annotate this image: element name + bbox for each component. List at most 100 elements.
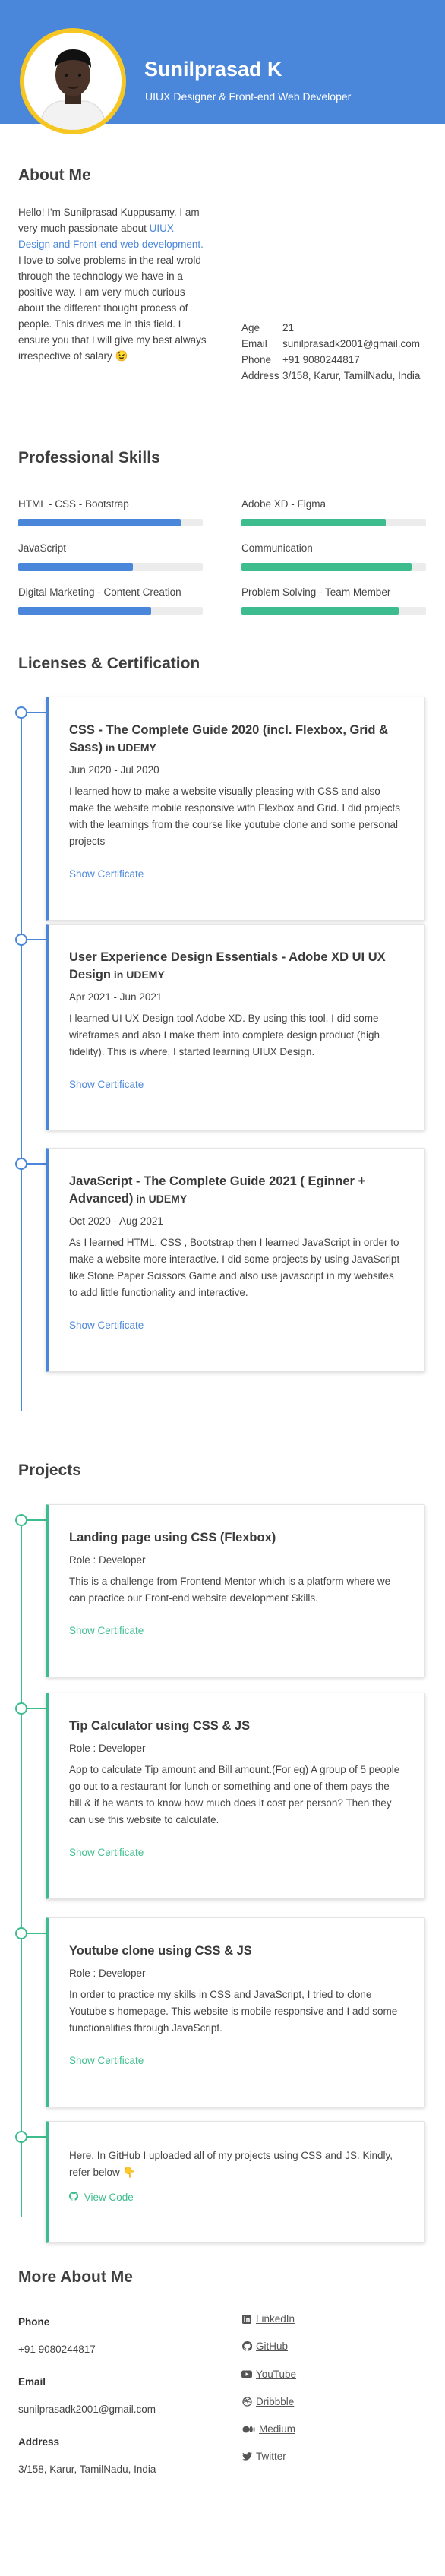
skill-label: JavaScript [18,542,67,554]
licenses-section: Licenses & Certification CSS - The Compl… [0,621,445,1457]
info-row-age: Age 21 [241,321,434,336]
hero-name: Sunilprasad K [144,58,282,81]
social-label: Dribbble [256,2396,295,2407]
about-heading: About Me [18,166,91,184]
license-title: JavaScript - The Complete Guide 2021 ( E… [69,1173,402,1208]
social-link-medium[interactable]: Medium [241,2423,295,2435]
show-certificate-link[interactable]: Show Certificate [69,1625,144,1636]
social-link-twitter[interactable]: Twitter [241,2451,286,2462]
info-key: Phone [241,354,272,365]
project-title: Tip Calculator using CSS & JS [69,1719,251,1733]
hero-subtitle: UIUX Designer & Front-end Web Developer [145,90,352,103]
address-value: 3/158, Karur, TamilNadu, India [18,2464,156,2475]
about-section: About Me Hello! I'm Sunilprasad Kuppusam… [0,124,445,428]
show-certificate-link[interactable]: Show Certificate [69,1320,144,1331]
about-text-part2: I love to solve problems in the real wro… [18,254,207,362]
social-link-github[interactable]: GitHub [241,2341,288,2352]
skill-bar-track [241,519,426,526]
show-certificate-link[interactable]: Show Certificate [69,2055,144,2066]
license-desc: I learned how to make a website visually… [69,785,400,847]
project-desc: This is a challenge from Frontend Mentor… [69,1576,391,1604]
license-card: CSS - The Complete Guide 2020 (incl. Fle… [46,697,425,921]
email-label: Email [18,2376,46,2388]
license-title: CSS - The Complete Guide 2020 (incl. Fle… [69,722,402,757]
license-issuer: UDEMY [148,1193,188,1205]
info-row-email: Email sunilprasadk2001@gmail.com [241,337,434,352]
skill-bar-fill [18,519,181,526]
license-title: User Experience Design Essentials - Adob… [69,949,402,984]
projects-heading: Projects [18,1462,81,1479]
profile-photo [24,33,122,130]
skills-section: Professional Skills HTML - CSS - Bootstr… [0,428,445,621]
social-link-dribbble[interactable]: Dribbble [241,2396,294,2407]
timeline-dot [15,706,27,719]
social-label: LinkedIn [256,2313,295,2325]
wink-emoji: 😉 [115,350,128,362]
timeline-connector [27,939,47,940]
timeline-line [21,713,22,1411]
email-value: sunilprasadk2001@gmail.com [18,2404,156,2415]
timeline-connector [27,1519,47,1521]
timeline-connector [27,712,47,713]
timeline-dot [15,1514,27,1526]
phone-label: Phone [18,2316,50,2328]
skill-bar-track [241,563,426,571]
project-role: Role : Developer [69,1743,146,1754]
license-title-text: JavaScript - The Complete Guide 2021 ( E… [69,1174,366,1206]
social-link-linkedin[interactable]: LinkedIn [241,2313,295,2325]
github-icon [68,2191,81,2203]
skill-bar-fill [18,607,151,615]
about-info: Age 21 Email sunilprasadk2001@gmail.com … [241,321,434,384]
youtube-icon [241,2369,252,2380]
license-date: Oct 2020 - Aug 2021 [69,1215,163,1227]
dribbble-icon [241,2397,252,2407]
social-label: Twitter [256,2451,286,2462]
project-card: Landing page using CSS (Flexbox) Role : … [46,1504,425,1677]
info-key: Email [241,338,267,349]
timeline-connector [27,1933,47,1934]
show-certificate-link[interactable]: Show Certificate [69,1847,144,1858]
point-down-emoji: 👇 [122,2167,136,2178]
show-certificate-link[interactable]: Show Certificate [69,1079,144,1090]
hero-header: Sunilprasad K UIUX Designer & Front-end … [0,0,445,134]
skills-heading: Professional Skills [18,449,160,466]
linkedin-icon [241,2314,252,2325]
project-role: Role : Developer [69,1554,146,1566]
phone-value: +91 9080244817 [18,2344,96,2355]
social-label: GitHub [256,2341,289,2352]
timeline-dot [15,1158,27,1170]
skill-bar-fill [241,607,399,615]
timeline-connector [27,2136,47,2138]
license-date: Apr 2021 - Jun 2021 [69,991,163,1003]
license-desc: As I learned HTML, CSS , Bootstrap then … [69,1237,400,1298]
info-value: +91 9080244817 [282,354,360,365]
social-link-youtube[interactable]: YouTube [241,2369,296,2380]
info-value: sunilprasadk2001@gmail.com [282,338,421,349]
license-card: JavaScript - The Complete Guide 2021 ( E… [46,1148,425,1372]
skill-item: Adobe XD - Figma [241,498,426,526]
project-card: Youtube clone using CSS & JS Role : Deve… [46,1917,425,2107]
project-desc: App to calculate Tip amount and Bill amo… [69,1764,400,1825]
timeline-line [21,1520,22,2217]
skill-item: Problem Solving - Team Member [241,586,426,615]
skill-item: HTML - CSS - Bootstrap [18,498,203,526]
skill-bar-fill [241,563,412,571]
github-text-body: Here, In GitHub I uploaded all of my pro… [69,2150,393,2178]
skill-label: Problem Solving - Team Member [241,586,391,598]
project-card: Tip Calculator using CSS & JS Role : Dev… [46,1693,425,1899]
about-text: Hello! I'm Sunilprasad Kuppusamy. I am v… [18,204,208,364]
project-title: Youtube clone using CSS & JS [69,1944,252,1958]
show-certificate-link[interactable]: Show Certificate [69,868,144,880]
view-code-link[interactable]: View Code [68,2191,134,2203]
skill-label: HTML - CSS - Bootstrap [18,498,129,510]
twitter-icon [241,2451,252,2462]
github-card: Here, In GitHub I uploaded all of my pro… [46,2121,425,2243]
skill-bar-fill [18,563,133,571]
license-issuer-prefix: in [133,1193,149,1205]
project-title: Landing page using CSS (Flexbox) [69,1531,276,1544]
timeline-connector [27,1163,47,1165]
timeline-dot [15,1927,27,1939]
license-date: Jun 2020 - Jul 2020 [69,764,159,776]
social-label: YouTube [256,2369,297,2380]
avatar [20,28,126,134]
